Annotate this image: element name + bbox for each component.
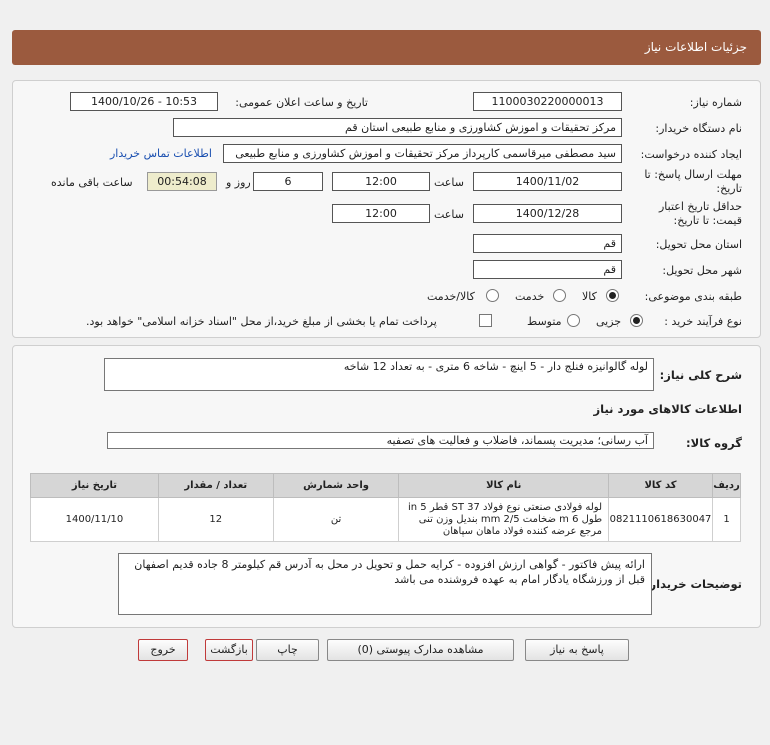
back-button[interactable]: بازگشت [205, 639, 253, 661]
cell-row: 1 [712, 497, 741, 542]
cell-date: 1400/11/10 [30, 497, 159, 542]
category-option-both: کالا/خدمت [427, 290, 475, 303]
category-radio-service[interactable] [553, 289, 566, 302]
category-label: طبقه بندی موضوعی: [644, 290, 742, 303]
summary-label: شرح کلی نیاز: [659, 368, 742, 382]
print-button[interactable]: چاپ [256, 639, 319, 661]
page-title: جزئیات اطلاعات نیاز [644, 40, 747, 54]
creator-field: سید مصطفی میرقاسمی کارپرداز مرکز تحقیقات… [223, 144, 622, 163]
validity-label-2: قیمت: تا تاریخ: [673, 214, 742, 227]
need-number-field: 1100030220000013 [473, 92, 622, 111]
province-field: قم [473, 234, 622, 253]
goods-group-label: گروه کالا: [686, 436, 742, 450]
attachments-button[interactable]: مشاهده مدارک پیوستی (0) [327, 639, 514, 661]
validity-date-field: 1400/12/28 [473, 204, 622, 223]
treasury-payment-checkbox[interactable] [479, 314, 492, 327]
category-option-service: خدمت [515, 290, 545, 303]
goods-table-header: ردیف کد کالا نام کالا واحد شمارش تعداد /… [30, 473, 741, 498]
days-field: 6 [253, 172, 323, 191]
process-radio-medium[interactable] [567, 314, 580, 327]
goods-info-title: اطلاعات کالاهای مورد نیاز [593, 402, 742, 416]
validity-time-field: 12:00 [332, 204, 430, 223]
announce-field: 1400/10/26 - 10:53 [70, 92, 218, 111]
goods-table: ردیف کد کالا نام کالا واحد شمارش تعداد /… [30, 473, 741, 542]
process-option-medium: متوسط [527, 315, 562, 328]
cell-code: 0821110618630047 [608, 497, 714, 542]
category-radio-goods[interactable] [606, 289, 619, 302]
cell-unit: تن [272, 497, 400, 542]
deadline-time-label: ساعت [434, 176, 464, 189]
cell-qty: 12 [157, 497, 274, 542]
buyer-label: نام دستگاه خریدار: [655, 122, 742, 135]
deadline-time-field: 12:00 [332, 172, 430, 191]
need-number-label: شماره نیاز: [689, 96, 742, 109]
buyer-contact-link[interactable]: اطلاعات تماس خریدار [110, 147, 212, 160]
buyer-notes-field: ارائه پیش فاکتور - گواهی ارزش افزوده - ک… [118, 553, 652, 615]
reply-button[interactable]: پاسخ به نیاز [525, 639, 629, 661]
buyer-field: مرکز تحقیقات و اموزش کشاورزی و منابع طبی… [173, 118, 622, 137]
col-unit: واحد شمارش [272, 473, 400, 498]
remaining-time-field: 00:54:08 [147, 172, 217, 191]
deadline-label-2: تاریخ: [716, 182, 742, 195]
buyer-notes-label: توضیحات خریدار: [644, 577, 742, 591]
city-label: شهر محل تحویل: [662, 264, 742, 277]
summary-field: لوله گالوانیزه فنلج دار - 5 اینچ - شاخه … [104, 358, 654, 391]
col-row: ردیف [712, 473, 741, 498]
creator-label: ایجاد کننده درخواست: [640, 148, 742, 161]
exit-button[interactable]: خروج [138, 639, 188, 661]
page-header: جزئیات اطلاعات نیاز [12, 30, 761, 65]
table-row: 1 0821110618630047 لوله فولادی صنعتی نوع… [30, 497, 741, 542]
col-qty: تعداد / مقدار [157, 473, 274, 498]
days-label: روز و [226, 176, 251, 189]
goods-group-field: آب رسانی؛ مدیریت پسماند، فاضلاب و فعالیت… [107, 432, 654, 449]
validity-time-label: ساعت [434, 208, 464, 221]
process-radio-minor[interactable] [630, 314, 643, 327]
process-option-minor: جزیی [596, 315, 622, 328]
province-label: استان محل تحویل: [655, 238, 742, 251]
category-radio-both[interactable] [486, 289, 499, 302]
validity-label-1: حداقل تاریخ اعتبار [658, 200, 742, 213]
remaining-label: ساعت باقی مانده [51, 176, 133, 189]
city-field: قم [473, 260, 622, 279]
col-name: نام کالا [398, 473, 610, 498]
cell-name: لوله فولادی صنعتی نوع فولاد ST 37 قطر 5 … [398, 497, 610, 542]
deadline-label-1: مهلت ارسال پاسخ: تا [644, 168, 742, 181]
process-label: نوع فرآیند خرید : [664, 315, 742, 328]
announce-label: تاریخ و ساعت اعلان عمومی: [235, 96, 368, 109]
col-date: تاریخ نیاز [30, 473, 159, 498]
category-option-goods: کالا [582, 290, 597, 303]
col-code: کد کالا [608, 473, 714, 498]
treasury-payment-note: پرداخت تمام یا بخشی از مبلغ خرید،از محل … [86, 315, 437, 328]
deadline-date-field: 1400/11/02 [473, 172, 622, 191]
